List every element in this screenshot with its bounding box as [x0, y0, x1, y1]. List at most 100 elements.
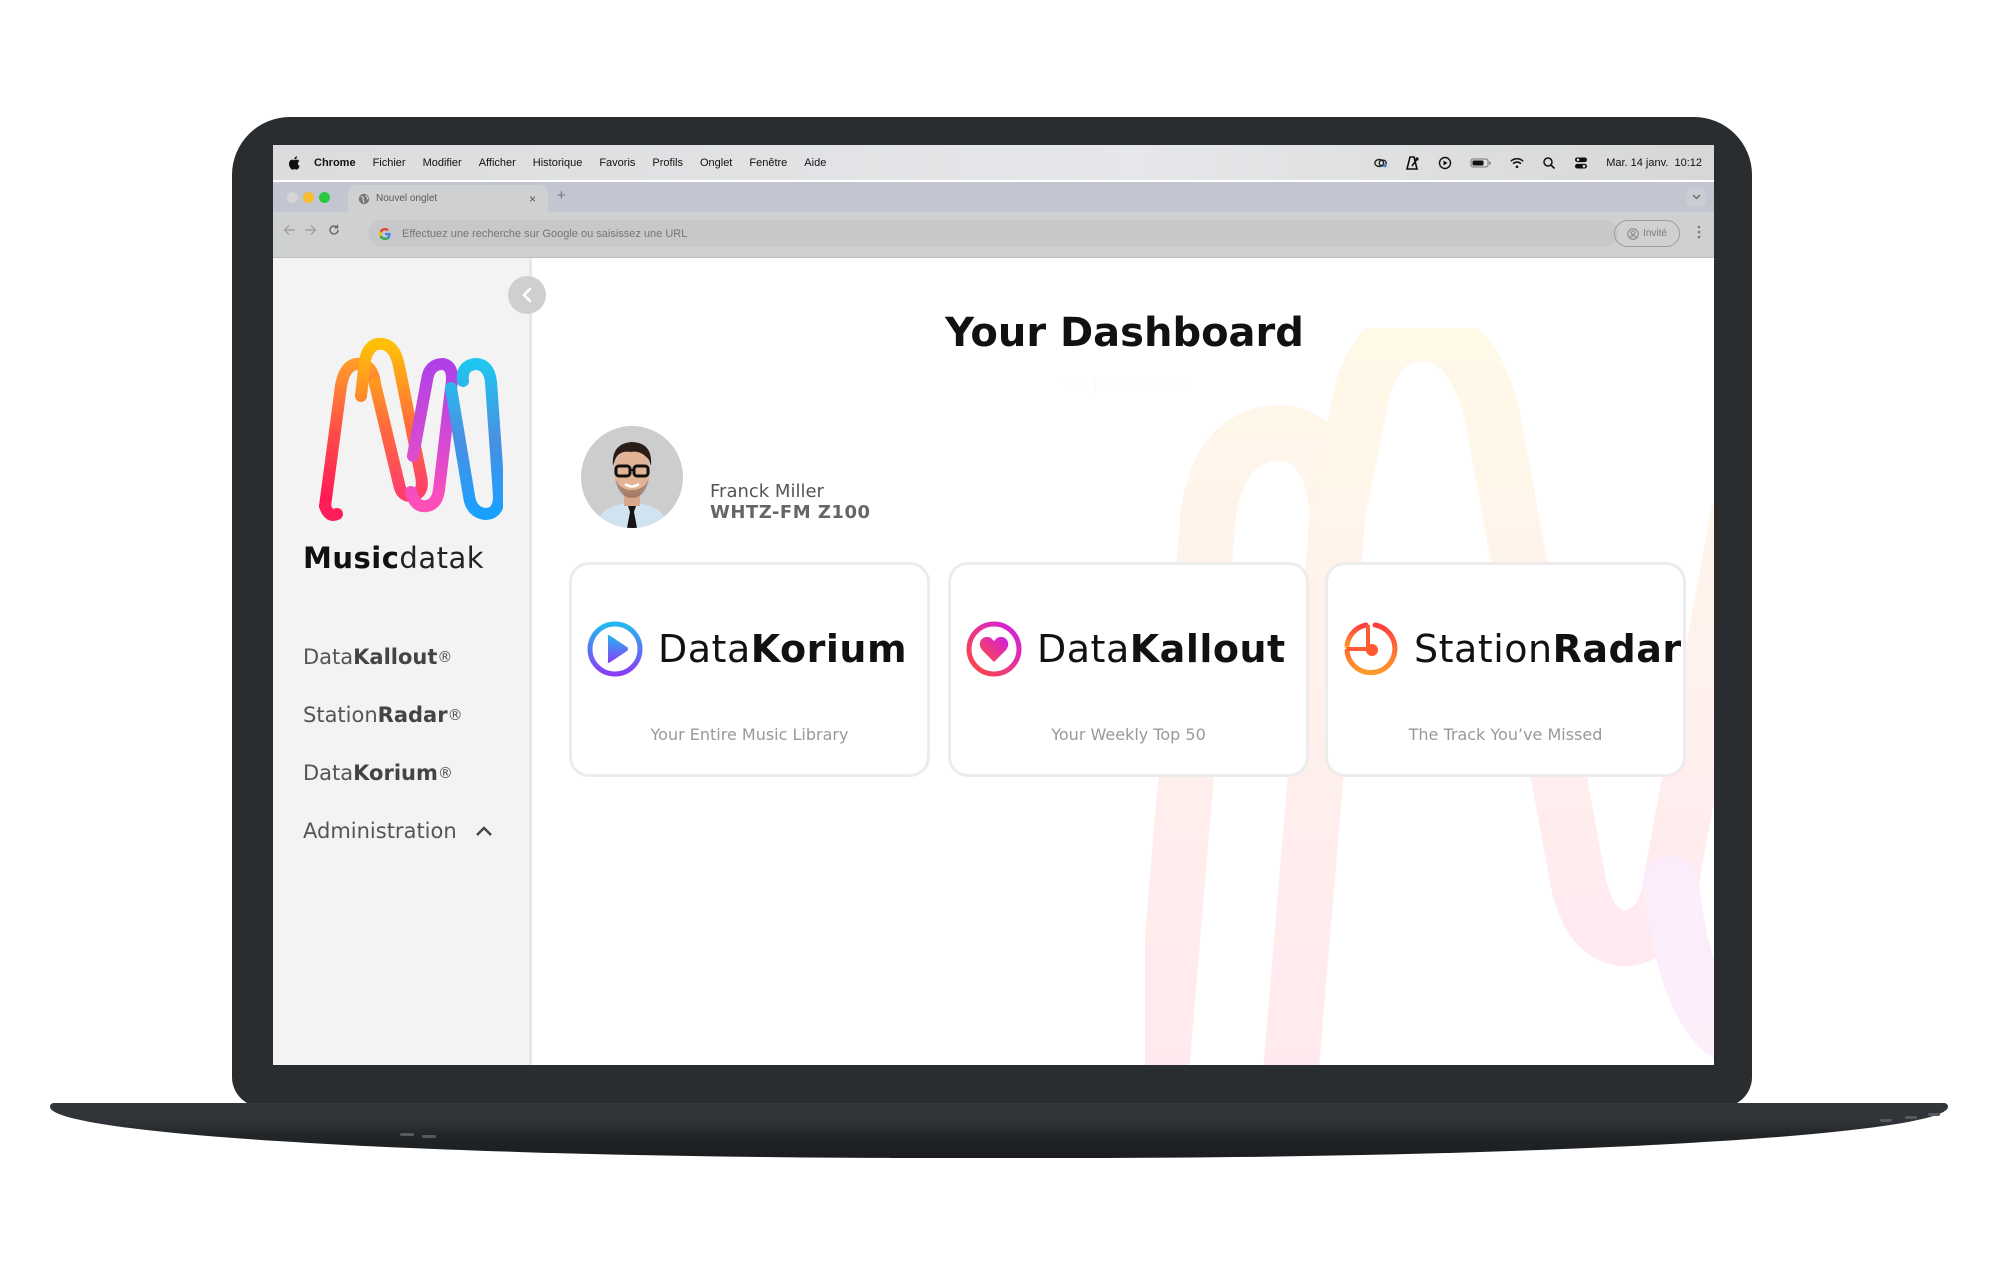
- tab-title: Nouvel onglet: [376, 193, 438, 204]
- sidebar-item-datakorium[interactable]: Data Korium ®: [303, 744, 493, 802]
- address-input[interactable]: [402, 227, 1502, 240]
- card-title-prefix: Station: [1414, 627, 1553, 671]
- musicdatak-app: Musicdatak Data Kallout ® Station Radar ® Da…: [273, 258, 1714, 1065]
- creative-cloud-icon[interactable]: [1374, 156, 1388, 170]
- registered-mark: ®: [437, 764, 453, 782]
- radar-clock-icon: [1344, 622, 1398, 676]
- user-name: Franck Miller: [710, 481, 824, 502]
- play-circle-icon[interactable]: [1438, 156, 1452, 170]
- wifi-icon[interactable]: [1510, 156, 1524, 170]
- back-button[interactable]: [283, 224, 296, 240]
- user-photo: [581, 426, 683, 528]
- browser-toolbar: Invité: [273, 212, 1714, 258]
- nav-bold: Kallout: [353, 645, 438, 669]
- spotlight-search-icon[interactable]: [1542, 156, 1556, 170]
- card-title: StationRadar: [1414, 627, 1682, 671]
- card-title-bold: Korium: [750, 627, 908, 671]
- card-title-bold: Kallout: [1129, 627, 1286, 671]
- registered-mark: ®: [437, 648, 453, 666]
- laptop-port: [1928, 1113, 1940, 1116]
- tab-search-dropdown[interactable]: [1686, 187, 1706, 207]
- tab-close-button[interactable]: ×: [529, 192, 536, 206]
- card-title: DataKorium: [658, 627, 907, 671]
- browser-menu-button[interactable]: [1696, 225, 1702, 239]
- nav-prefix: Data: [303, 645, 354, 669]
- menu-afficher[interactable]: Afficher: [479, 157, 516, 169]
- card-logo: StationRadar: [1342, 620, 1682, 678]
- reload-icon: [329, 224, 339, 235]
- laptop-screen: Chrome Fichier Modifier Afficher Histori…: [273, 145, 1714, 1065]
- page-title: Your Dashboard: [945, 310, 1304, 356]
- dashboard-main: Your Dashboard Tue Jan 09 2025 Franck Mi…: [535, 258, 1714, 1065]
- guest-profile-button[interactable]: Invité: [1614, 220, 1680, 247]
- menu-app-name[interactable]: Chrome: [314, 157, 356, 169]
- reload-button[interactable]: [328, 224, 340, 240]
- browser-window-chrome: Nouvel onglet × + Effectuez une recherch…: [273, 182, 1714, 258]
- macos-menubar: Chrome Fichier Modifier Afficher Histori…: [273, 145, 1714, 180]
- menu-modifier[interactable]: Modifier: [423, 157, 462, 169]
- menu-fichier[interactable]: Fichier: [373, 157, 406, 169]
- card-datakallout[interactable]: DataKallout Your Weekly Top 50: [948, 562, 1309, 777]
- play-circle-icon: [587, 621, 643, 677]
- laptop-port: [1905, 1116, 1917, 1119]
- laptop-port: [1880, 1119, 1892, 1122]
- card-datakorium[interactable]: DataKorium Your Entire Music Library: [569, 562, 930, 777]
- user-avatar[interactable]: [581, 426, 683, 528]
- new-tab-button[interactable]: +: [557, 187, 566, 204]
- laptop-mockup: Chrome Fichier Modifier Afficher Histori…: [0, 0, 2000, 1263]
- sidebar-collapse-button[interactable]: [508, 276, 546, 314]
- chevron-down-icon: [1692, 194, 1700, 200]
- card-title-prefix: Data: [658, 627, 751, 671]
- more-vertical-icon: [1697, 225, 1701, 239]
- sidebar-item-stationradar[interactable]: Station Radar ®: [303, 686, 493, 744]
- nav-bold: Radar: [377, 703, 448, 727]
- card-title-prefix: Data: [1037, 627, 1130, 671]
- globe-icon: [358, 193, 370, 204]
- sidebar-item-administration[interactable]: Administration: [303, 802, 493, 860]
- arrow-right-icon: [305, 225, 317, 235]
- card-description: Your Entire Music Library: [650, 725, 849, 744]
- card-logo: DataKorium: [586, 620, 907, 678]
- profile-icon: [1627, 227, 1639, 240]
- laptop-port: [400, 1133, 414, 1136]
- musicdatak-logo: [303, 336, 505, 526]
- card-description: The Track You’ve Missed: [1408, 725, 1603, 744]
- tab-strip: Nouvel onglet × +: [273, 182, 1714, 212]
- card-stationradar[interactable]: StationRadar The Track You’ve Missed: [1325, 562, 1686, 777]
- google-g-icon: [379, 227, 391, 240]
- menu-onglet[interactable]: Onglet: [700, 157, 732, 169]
- nav-prefix: Data: [303, 761, 354, 785]
- laptop-port: [422, 1135, 436, 1138]
- brand-wordmark: Musicdatak: [303, 541, 484, 575]
- brand-bold: Music: [303, 541, 400, 575]
- window-maximize-button[interactable]: [319, 192, 330, 203]
- guest-label: Invité: [1643, 228, 1667, 239]
- nav-bold: Korium: [353, 761, 438, 785]
- metronome-icon[interactable]: [1406, 155, 1420, 170]
- tab-new-tab[interactable]: Nouvel onglet ×: [348, 185, 548, 212]
- window-minimize-button[interactable]: [303, 192, 314, 203]
- battery-icon[interactable]: [1470, 156, 1492, 170]
- window-close-button[interactable]: [287, 192, 298, 203]
- current-date: Tue Jan 09 2025: [1060, 375, 1189, 394]
- nav-label: Administration: [303, 819, 457, 843]
- control-center-icon[interactable]: [1574, 156, 1588, 170]
- menu-historique[interactable]: Historique: [533, 157, 583, 169]
- menubar-datetime[interactable]: Mar. 14 janv. 10:12: [1606, 157, 1702, 169]
- chevron-left-icon: [522, 287, 532, 303]
- menu-profils[interactable]: Profils: [652, 157, 683, 169]
- menu-fenetre[interactable]: Fenêtre: [749, 157, 787, 169]
- forward-button[interactable]: [304, 224, 317, 240]
- sidebar-nav: Data Kallout ® Station Radar ® Data Korium ® A…: [303, 628, 493, 860]
- card-title-bold: Radar: [1552, 627, 1682, 671]
- apple-logo-icon[interactable]: [288, 155, 300, 170]
- card-title: DataKallout: [1037, 627, 1286, 671]
- laptop-base: [50, 1103, 1948, 1158]
- menu-favoris[interactable]: Favoris: [599, 157, 635, 169]
- brand-light: datak: [399, 541, 485, 575]
- menu-aide[interactable]: Aide: [804, 157, 826, 169]
- address-bar[interactable]: [368, 220, 1618, 247]
- chevron-up-icon[interactable]: [475, 824, 493, 838]
- nav-prefix: Station: [303, 703, 378, 727]
- sidebar-item-datakallout[interactable]: Data Kallout ®: [303, 628, 493, 686]
